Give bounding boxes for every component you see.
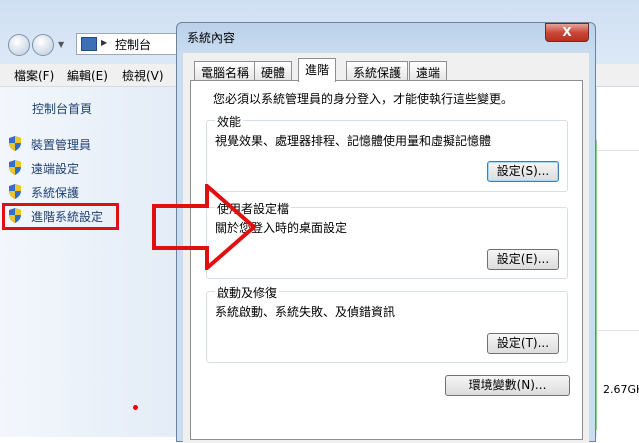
tab-computer-name[interactable]: 電腦名稱 (194, 61, 257, 81)
group-title: 啟動及修復 (215, 284, 280, 301)
startup-recovery-settings-button[interactable]: 設定(T)... (487, 333, 559, 354)
close-icon: X (562, 25, 572, 39)
tab-advanced[interactable]: 進階 (298, 58, 337, 82)
task-label: 系統保護 (31, 186, 80, 200)
performance-settings-button[interactable]: 設定(S)... (487, 161, 559, 182)
divider (597, 330, 639, 331)
startup-recovery-group: 啟動及修復 系統啟動、系統失敗、及偵錯資訊 設定(T)... (206, 284, 568, 363)
forward-button[interactable] (32, 34, 54, 56)
dialog-title: 系統內容 (187, 31, 236, 45)
uac-shield-icon (9, 184, 21, 199)
task-label: 遠端設定 (31, 162, 80, 176)
uac-shield-icon (9, 160, 21, 175)
breadcrumb-control-panel[interactable]: 控制台 (115, 36, 151, 53)
task-label: 裝置管理員 (31, 138, 92, 152)
cpu-speed-text: 2.67GH (603, 383, 639, 396)
menu-view[interactable]: 檢視(V) (122, 67, 164, 84)
uac-shield-icon (9, 136, 21, 151)
environment-variables-button[interactable]: 環境變數(N)... (445, 375, 570, 396)
divider (597, 150, 639, 151)
group-title: 效能 (215, 113, 244, 130)
admin-note: 您必須以系統管理員的身分登入，才能使執行這些變更。 (213, 92, 514, 106)
close-button[interactable]: X (545, 23, 589, 42)
breadcrumb-separator-icon[interactable]: ▶ (101, 38, 107, 47)
user-profiles-group: 使用者設定檔 關於您登入時的桌面設定 設定(E)... (206, 200, 568, 279)
back-button[interactable] (8, 34, 30, 56)
group-description: 系統啟動、系統失敗、及偵錯資訊 (215, 305, 396, 319)
group-description: 視覺效果、處理器排程、記憶體使用量和虛擬記憶體 (215, 134, 492, 148)
recent-pages-chevron-icon[interactable]: ▼ (58, 40, 64, 49)
tab-hardware[interactable]: 硬體 (254, 61, 293, 81)
user-profiles-settings-button[interactable]: 設定(E)... (487, 249, 559, 270)
annotation-arrow-icon (152, 184, 257, 270)
control-panel-icon (81, 37, 97, 51)
task-pane: 控制台首頁 裝置管理員 遠端設定 系統保護 進階系統設定 (0, 87, 177, 437)
address-field[interactable]: ▶ 控制台 (76, 33, 184, 55)
control-panel-home-link[interactable]: 控制台首頁 (32, 100, 92, 117)
red-dot-marker (133, 405, 138, 410)
menu-edit[interactable]: 編輯(E) (67, 67, 108, 84)
highlight-box (2, 203, 119, 230)
tab-system-protection[interactable]: 系統保護 (346, 61, 409, 81)
tab-remote[interactable]: 遠端 (409, 61, 448, 81)
performance-group: 效能 視覺效果、處理器排程、記憶體使用量和虛擬記憶體 設定(S)... (206, 113, 568, 192)
menu-file[interactable]: 檔案(F) (14, 67, 54, 84)
